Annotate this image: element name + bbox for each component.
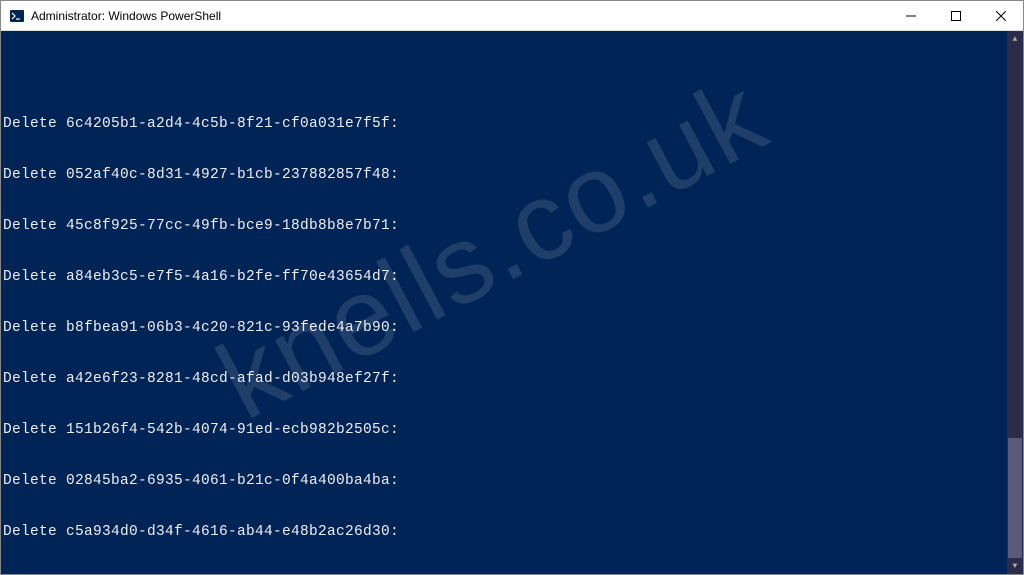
terminal-line: Delete 45c8f925-77cc-49fb-bce9-18db8b8e7…	[3, 218, 1021, 235]
titlebar[interactable]: Administrator: Windows PowerShell	[1, 1, 1023, 31]
terminal-line: Delete 6c4205b1-a2d4-4c5b-8f21-cf0a031e7…	[3, 116, 1021, 133]
terminal-line: Delete c5a934d0-d34f-4616-ab44-e48b2ac26…	[3, 524, 1021, 541]
terminal-line: Delete a42e6f23-8281-48cd-afad-d03b948ef…	[3, 371, 1021, 388]
terminal-line: Delete 151b26f4-542b-4074-91ed-ecb982b25…	[3, 422, 1021, 439]
powershell-icon	[9, 8, 25, 24]
terminal-content: Delete 6c4205b1-a2d4-4c5b-8f21-cf0a031e7…	[3, 82, 1021, 574]
terminal-line: Delete 02845ba2-6935-4061-b21c-0f4a400ba…	[3, 473, 1021, 490]
window-controls	[888, 1, 1023, 30]
minimize-button[interactable]	[888, 1, 933, 30]
terminal[interactable]: knells.co.uk Delete 6c4205b1-a2d4-4c5b-8…	[1, 31, 1023, 574]
terminal-line: Delete a84eb3c5-e7f5-4a16-b2fe-ff70e4365…	[3, 269, 1021, 286]
window-title: Administrator: Windows PowerShell	[31, 9, 888, 23]
scrollbar[interactable]: ▲ ▼	[1007, 31, 1023, 574]
terminal-line: Delete 052af40c-8d31-4927-b1cb-237882857…	[3, 167, 1021, 184]
scrollbar-up-arrow[interactable]: ▲	[1007, 31, 1023, 47]
scrollbar-thumb[interactable]	[1008, 438, 1022, 558]
scrollbar-down-arrow[interactable]: ▼	[1007, 558, 1023, 574]
maximize-button[interactable]	[933, 1, 978, 30]
close-button[interactable]	[978, 1, 1023, 30]
window: Administrator: Windows PowerShell knells…	[0, 0, 1024, 575]
terminal-line: Delete b8fbea91-06b3-4c20-821c-93fede4a7…	[3, 320, 1021, 337]
